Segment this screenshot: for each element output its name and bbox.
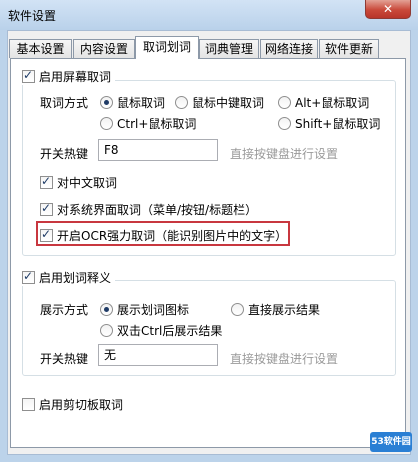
radio-show-result-directly[interactable]: 直接展示结果: [231, 301, 320, 318]
radio-mouse-capture[interactable]: 鼠标取词: [100, 94, 165, 111]
tab-basic-settings[interactable]: 基本设置: [9, 39, 72, 58]
selection-hotkey-hint: 直接按键盘进行设置: [230, 352, 339, 366]
radio-icon: [278, 96, 291, 109]
settings-window: 软件设置 ✕ 基本设置 内容设置 取词划词 词典管理 网络连接 软件更新 启用屏…: [0, 0, 418, 462]
radio-icon: [175, 96, 188, 109]
radio-middle-button-capture[interactable]: 鼠标中键取词: [175, 94, 264, 111]
capture-method-label: 取词方式: [40, 96, 89, 110]
check-icon: [22, 68, 35, 83]
selection-hotkey-input[interactable]: 无: [98, 344, 218, 366]
capture-hotkey-input[interactable]: F8: [98, 139, 218, 161]
checkbox-icon: [22, 398, 35, 411]
tab-network-connection[interactable]: 网络连接: [260, 39, 318, 58]
check-icon: [40, 201, 53, 216]
ocr-capture-checkbox[interactable]: 开启OCR强力取词（能识别图片中的文字）: [40, 227, 287, 244]
check-icon: [40, 174, 53, 189]
radio-shift-mouse-capture[interactable]: Shift+鼠标取词: [278, 115, 380, 132]
close-icon: ✕: [382, 2, 394, 16]
window-title: 软件设置: [8, 9, 57, 23]
radio-dot-icon: [100, 96, 113, 109]
enable-selection-checkbox[interactable]: 启用划词释义: [22, 269, 116, 286]
radio-dot-icon: [100, 303, 113, 316]
radio-icon: [231, 303, 244, 316]
watermark-logo: 53软件园: [370, 432, 412, 452]
radio-icon: [278, 117, 291, 130]
selection-hotkey-label: 开关热键: [40, 352, 89, 366]
tab-content-settings[interactable]: 内容设置: [73, 39, 135, 58]
enable-screen-capture-checkbox[interactable]: 启用屏幕取词: [22, 68, 116, 85]
close-button[interactable]: ✕: [365, 0, 411, 19]
radio-ctrl-mouse-capture[interactable]: Ctrl+鼠标取词: [100, 115, 196, 132]
capture-hotkey-hint: 直接按键盘进行设置: [230, 147, 339, 161]
clipboard-capture-checkbox[interactable]: 启用剪切板取词: [22, 396, 123, 413]
radio-icon: [100, 324, 113, 337]
capture-hotkey-label: 开关热键: [40, 147, 89, 161]
radio-icon: [100, 117, 113, 130]
title-bar[interactable]: 软件设置 ✕: [0, 0, 418, 30]
check-icon: [40, 227, 53, 242]
tab-dictionary-management[interactable]: 词典管理: [199, 39, 259, 58]
check-icon: [22, 269, 35, 284]
display-method-label: 展示方式: [40, 303, 89, 317]
chinese-capture-checkbox[interactable]: 对中文取词: [40, 174, 117, 191]
system-ui-capture-checkbox[interactable]: 对系统界面取词（菜单/按钮/标题栏）: [40, 201, 257, 218]
radio-show-selection-icon[interactable]: 展示划词图标: [100, 301, 189, 318]
tab-software-update[interactable]: 软件更新: [319, 39, 379, 58]
tab-word-capture[interactable]: 取词划词: [135, 36, 199, 59]
radio-double-ctrl-show-result[interactable]: 双击Ctrl后展示结果: [100, 322, 222, 339]
radio-alt-mouse-capture[interactable]: Alt+鼠标取词: [278, 94, 369, 111]
